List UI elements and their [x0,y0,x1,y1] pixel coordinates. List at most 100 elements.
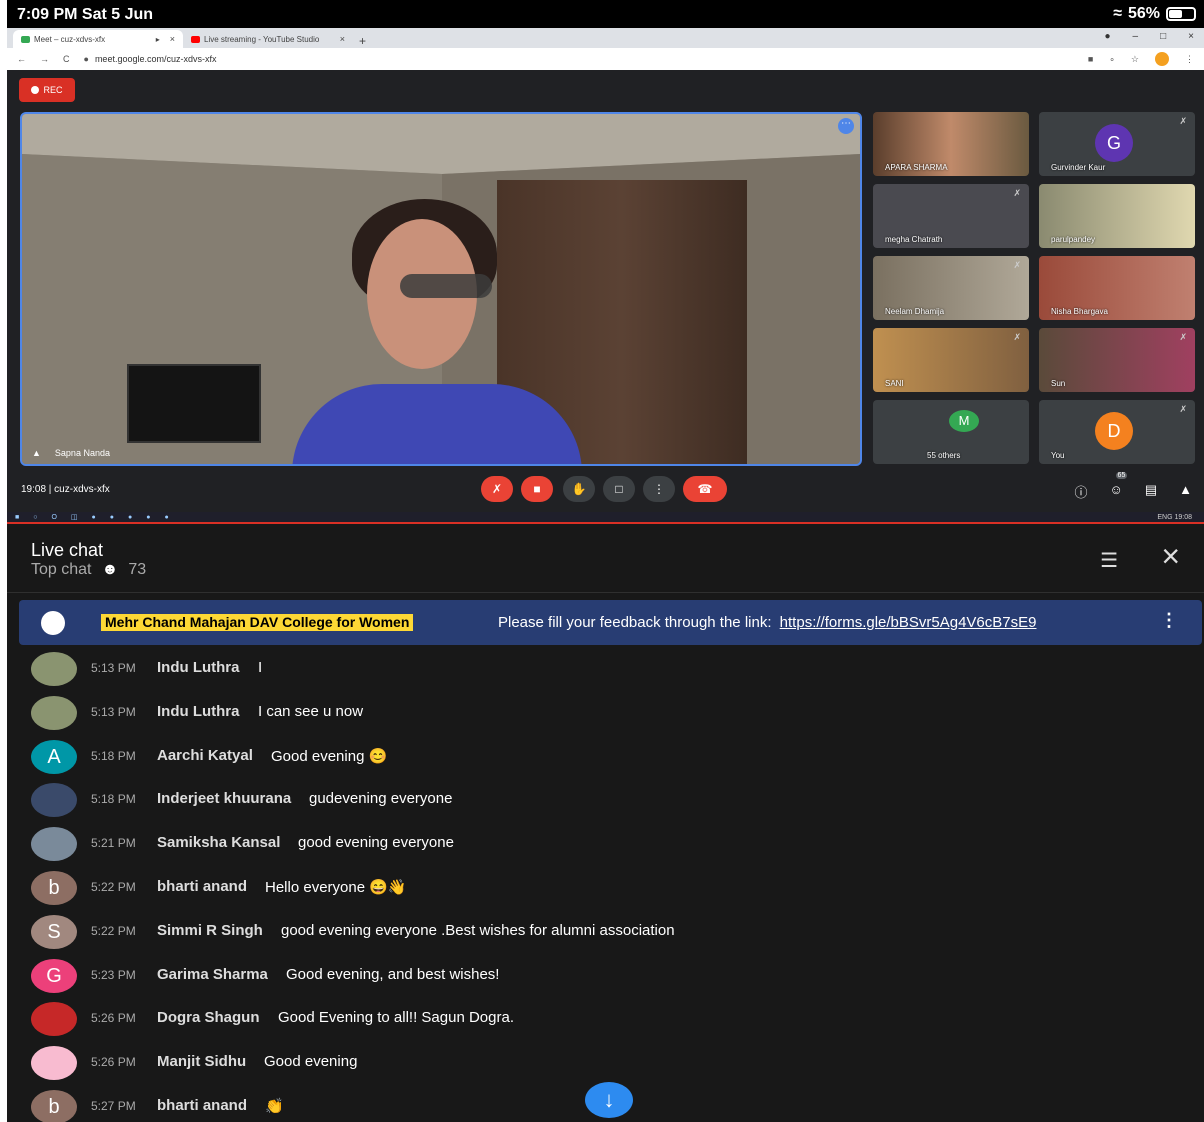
participant-tile[interactable]: ✗ Sun [1039,328,1195,392]
chat-mode-selector[interactable]: Top chat ☻ 73 [31,561,146,579]
raise-hand-button[interactable]: ✋ [563,476,595,502]
message-text: I can see u now [258,702,364,720]
participant-tile[interactable]: APARA SHARMA [873,112,1029,176]
battery-fill [1169,10,1182,18]
battery-icon [1166,7,1196,21]
pinned-text: Please fill your feedback through the li… [498,614,1036,631]
video-hover-controls[interactable] [400,274,492,298]
chat-message[interactable]: 5:13 PM Indu Luthra I [31,648,1201,692]
chat-message[interactable]: S 5:22 PM Simmi R Singh good evening everyo… [31,911,1201,955]
avatar[interactable]: S [31,914,77,949]
wifi-icon: ≈ [1113,5,1122,22]
app-icon[interactable]: ● [128,514,132,521]
others-tile[interactable]: M 55 others [873,400,1029,464]
reload-icon[interactable]: C [63,54,70,64]
chat-message[interactable]: 5:26 PM Manjit Sidhu Good evening [31,1042,1201,1086]
meet-window: REC ⋯ ▲ Sapna Nanda APARA SHARMA G ✗ Gurvi… [7,70,1204,512]
menu-icon[interactable]: ⋮ [1185,54,1194,65]
avatar[interactable] [31,783,77,818]
speaker-body [292,384,582,464]
activities-icon[interactable]: ▲ [1179,482,1192,501]
message-author[interactable]: Simmi R Singh [157,922,263,939]
chat-message[interactable]: 5:21 PM Samiksha Kansal good evening every… [31,823,1201,867]
avatar[interactable]: b [31,871,77,905]
window-controls: ● – □ × [1105,31,1195,42]
participant-tile[interactable]: ✗ megha Chatrath [873,184,1029,248]
self-tile[interactable]: D ✗ You [1039,400,1195,464]
chat-message[interactable]: b 5:22 PM bharti anand Hello everyone 😄👋 [31,867,1201,911]
message-author[interactable]: bharti anand [157,878,247,895]
task-view-icon[interactable]: ◫ [71,513,78,521]
message-author[interactable]: Manjit Sidhu [157,1053,246,1070]
message-text: Good evening 😊 [271,747,388,765]
participant-tile[interactable]: ✗ SANI [873,328,1029,392]
back-icon[interactable]: ← [17,54,26,64]
more-options-button[interactable]: ⋮ [643,476,675,502]
search-icon[interactable]: ○ [33,514,37,521]
cortana-icon[interactable]: O [51,514,56,521]
tab-youtube-studio[interactable]: Live streaming - YouTube Studio × [183,30,353,48]
avatar[interactable] [31,695,77,730]
feedback-link[interactable]: https://forms.gle/bBSvr5Ag4V6cB7sE9 [780,614,1037,631]
avatar[interactable]: b [31,1090,77,1122]
forward-icon[interactable]: → [40,54,49,64]
chat-message[interactable]: G 5:23 PM Garima Sharma Good evening, and b… [31,955,1201,999]
main-video[interactable]: ⋯ ▲ Sapna Nanda [20,112,862,466]
app-icon[interactable]: ● [92,514,96,521]
message-author[interactable]: Indu Luthra [157,703,240,720]
chat-message[interactable]: 5:18 PM Inderjeet khuurana gudevening ever… [31,779,1201,823]
message-author[interactable]: Garima Sharma [157,966,268,983]
participant-tile[interactable]: G ✗ Gurvinder Kaur [1039,112,1195,176]
tab-meet[interactable]: Meet – cuz-xdvs-xfx ▸ × [13,30,183,48]
message-author[interactable]: bharti anand [157,1097,247,1114]
close-chat-icon[interactable]: × [1161,540,1180,572]
new-tab-icon[interactable]: + [359,34,366,48]
participant-tile[interactable]: parulpandey [1039,184,1195,248]
message-author[interactable]: Aarchi Katyal [157,747,253,764]
avatar[interactable]: A [31,739,77,774]
chat-message[interactable]: 5:26 PM Dogra Shagun Good Evening to all!!… [31,998,1201,1042]
chat-icon[interactable]: ▤ [1145,482,1157,501]
pinned-menu-icon[interactable]: ⋮ [1160,610,1178,631]
message-author[interactable]: Inderjeet khuurana [157,790,291,807]
scroll-to-bottom-button[interactable]: ↓ [585,1082,633,1118]
mic-toggle-button[interactable]: ✗ [481,476,513,502]
chat-message[interactable]: 5:13 PM Indu Luthra I can see u now [31,692,1201,736]
info-icon[interactable]: ⓘ [1075,482,1088,501]
avatar[interactable]: G [31,958,77,993]
message-author[interactable]: Dogra Shagun [157,1009,260,1026]
url-field[interactable]: meet.google.com/cuz-xdvs-xfx [95,54,217,64]
avatar[interactable] [31,827,77,862]
participant-tile[interactable]: ✗ Neelam Dhamija [873,256,1029,320]
camera-icon[interactable]: ■ [1088,54,1093,64]
avatar[interactable] [31,1046,77,1081]
close-window-icon[interactable]: × [1188,31,1194,42]
more-options-icon[interactable]: ⋯ [838,118,854,134]
star-icon[interactable]: ☆ [1131,54,1139,65]
close-tab-icon[interactable]: × [170,34,175,44]
avatar[interactable] [31,1002,77,1037]
camera-toggle-button[interactable]: ■ [521,476,553,502]
close-tab-icon[interactable]: × [340,34,345,44]
app-icon[interactable]: ● [164,514,168,521]
start-icon[interactable]: ■ [15,514,19,521]
minimize-icon[interactable]: – [1133,31,1139,42]
participant-tile[interactable]: Nisha Bhargava [1039,256,1195,320]
mic-off-icon: ✗ [1179,404,1187,414]
app-icon[interactable]: ● [110,514,114,521]
app-icon[interactable]: ● [146,514,150,521]
message-text: 👏 [265,1098,284,1115]
maximize-icon[interactable]: □ [1160,31,1166,42]
profile-avatar[interactable] [1155,52,1169,66]
chat-message[interactable]: A 5:18 PM Aarchi Katyal Good evening 😊 [31,736,1201,780]
people-icon[interactable]: ☺ 65 [1110,472,1128,501]
leave-call-button[interactable]: ☎ [683,476,727,502]
tile-name: SANI [885,379,904,388]
status-bar: 7:09 PM Sat 5 Jun ≈ 56% [7,0,1204,28]
present-button[interactable]: □ [603,476,635,502]
message-author[interactable]: Indu Luthra [157,659,240,676]
avatar[interactable] [31,652,77,686]
key-icon[interactable]: ∘ [1109,54,1115,65]
filter-settings-icon[interactable]: ☰ [1100,548,1118,573]
message-author[interactable]: Samiksha Kansal [157,834,280,851]
